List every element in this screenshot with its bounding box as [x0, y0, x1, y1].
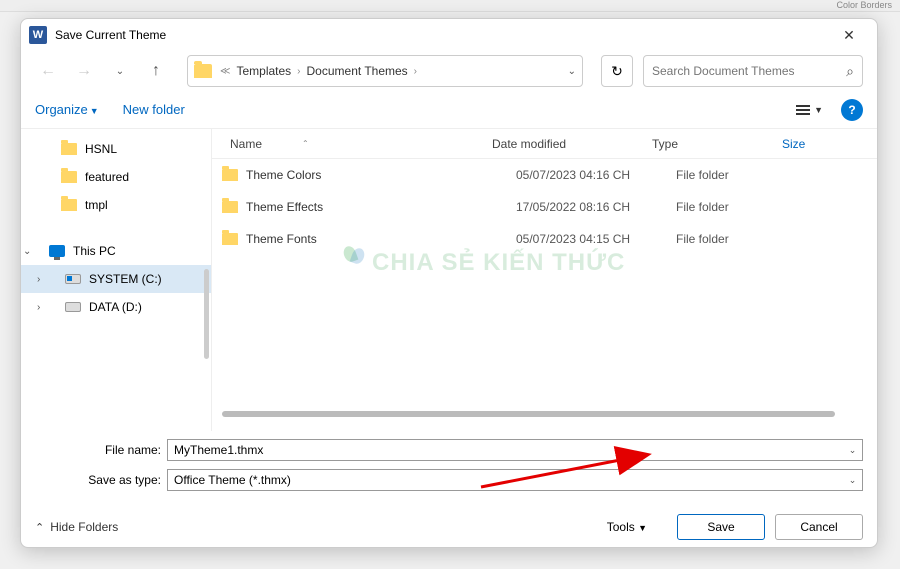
file-row[interactable]: Theme Colors 05/07/2023 04:16 CH File fo…	[212, 159, 877, 191]
sidebar-folder[interactable]: HSNL	[21, 135, 211, 163]
search-input[interactable]	[652, 64, 846, 78]
sidebar-folder[interactable]: featured	[21, 163, 211, 191]
chevron-right-icon: ›	[414, 66, 417, 77]
folder-icon	[222, 169, 238, 181]
folder-icon	[61, 171, 77, 183]
title-bar: W Save Current Theme ✕	[21, 19, 877, 51]
organize-button[interactable]: Organize▼	[35, 102, 99, 117]
breadcrumb-seg[interactable]: Templates	[232, 62, 295, 80]
save-type-select[interactable]	[167, 469, 843, 491]
nav-forward-button[interactable]: →	[71, 58, 97, 84]
file-row[interactable]: Theme Effects 17/05/2022 08:16 CH File f…	[212, 191, 877, 223]
list-icon	[796, 105, 810, 115]
cancel-button[interactable]: Cancel	[775, 514, 863, 540]
breadcrumb-dropdown[interactable]: ⌄	[568, 66, 576, 77]
scrollbar-vertical[interactable]	[204, 269, 209, 359]
dialog-title: Save Current Theme	[55, 28, 829, 42]
hide-folders-button[interactable]: ⌃ Hide Folders	[35, 520, 118, 534]
tools-dropdown[interactable]: Tools ▼	[607, 520, 647, 534]
close-button[interactable]: ✕	[829, 21, 869, 49]
drive-icon	[65, 274, 81, 284]
sort-indicator-icon: ⌃	[302, 139, 309, 148]
toolbar: Organize▼ New folder ▼ ?	[21, 91, 877, 129]
dialog-footer: ⌃ Hide Folders Tools ▼ Save Cancel	[21, 507, 877, 547]
search-icon[interactable]: ⌕	[846, 63, 854, 80]
drive-icon	[65, 302, 81, 312]
chevron-right-icon[interactable]: ›	[37, 302, 40, 313]
col-header-name[interactable]: Name⌃	[212, 137, 492, 151]
col-header-type[interactable]: Type	[652, 137, 782, 151]
save-button[interactable]: Save	[677, 514, 765, 540]
breadcrumb[interactable]: ≪ Templates › Document Themes › ⌄	[187, 55, 583, 87]
folder-icon	[194, 64, 212, 78]
file-row[interactable]: Theme Fonts 05/07/2023 04:15 CH File fol…	[212, 223, 877, 255]
chevron-right-icon[interactable]: ›	[37, 274, 40, 285]
file-name-dropdown[interactable]: ⌄	[843, 439, 863, 461]
sidebar-drive[interactable]: › SYSTEM (C:)	[21, 265, 211, 293]
nav-back-button[interactable]: ←	[35, 58, 61, 84]
sidebar-drive[interactable]: › DATA (D:)	[21, 293, 211, 321]
folder-icon	[222, 233, 238, 245]
help-button[interactable]: ?	[841, 99, 863, 121]
chevron-down-icon[interactable]: ⌄	[23, 246, 31, 257]
new-folder-button[interactable]: New folder	[123, 102, 185, 117]
chevron-right-icon: ›	[297, 66, 300, 77]
col-header-date[interactable]: Date modified	[492, 137, 652, 151]
main-area: HSNL featured tmpl ⌄ This PC › SYSTEM (C…	[21, 129, 877, 431]
chevron-icon: ≪	[220, 66, 230, 77]
save-type-label: Save as type:	[35, 473, 167, 487]
nav-history-dropdown[interactable]: ⌄	[107, 58, 133, 84]
folder-icon	[222, 201, 238, 213]
sidebar-tree[interactable]: HSNL featured tmpl ⌄ This PC › SYSTEM (C…	[21, 129, 211, 431]
scrollbar-horizontal[interactable]	[222, 411, 867, 427]
word-icon: W	[29, 26, 47, 44]
sidebar-folder[interactable]: tmpl	[21, 191, 211, 219]
sidebar-this-pc[interactable]: ⌄ This PC	[21, 237, 211, 265]
file-list-pane: Name⌃ Date modified Type Size Theme Colo…	[211, 129, 877, 431]
file-name-label: File name:	[35, 443, 167, 457]
bg-ribbon-text: Color Borders	[810, 0, 900, 12]
breadcrumb-seg[interactable]: Document Themes	[303, 62, 412, 80]
folder-icon	[61, 199, 77, 211]
column-headers[interactable]: Name⌃ Date modified Type Size	[212, 129, 877, 159]
refresh-button[interactable]: ↻	[601, 55, 633, 87]
nav-row: ← → ⌄ ↑ ≪ Templates › Document Themes › …	[21, 51, 877, 91]
folder-icon	[61, 143, 77, 155]
save-type-dropdown[interactable]: ⌄	[843, 469, 863, 491]
col-header-size[interactable]: Size	[782, 137, 877, 151]
file-name-input[interactable]	[167, 439, 843, 461]
save-dialog: W Save Current Theme ✕ ← → ⌄ ↑ ≪ Templat…	[20, 18, 878, 548]
pc-icon	[49, 245, 65, 257]
bottom-fields: File name: ⌄ Save as type: ⌄	[21, 431, 877, 507]
view-options-button[interactable]: ▼	[796, 105, 823, 115]
nav-up-button[interactable]: ↑	[143, 58, 169, 84]
search-box[interactable]: ⌕	[643, 55, 863, 87]
chevron-up-icon: ⌃	[35, 521, 44, 534]
